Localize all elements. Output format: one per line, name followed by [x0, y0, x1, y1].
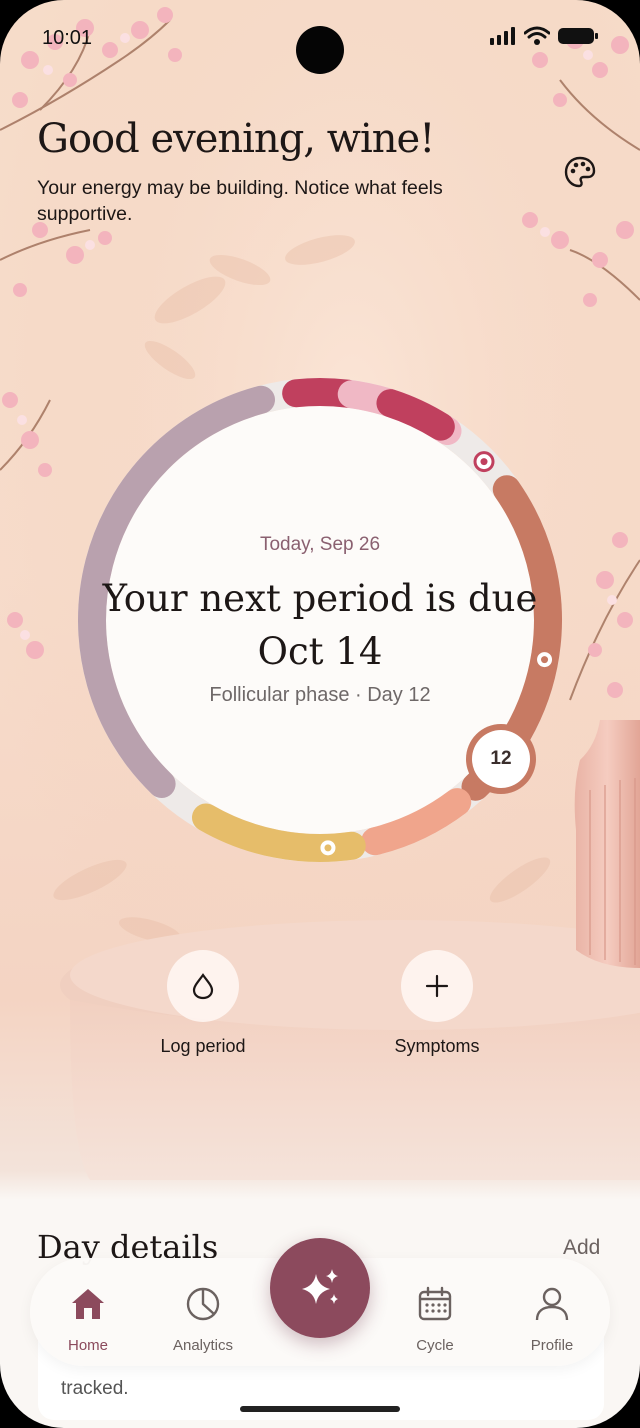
- home-indicator: [240, 1406, 400, 1412]
- ring-marker-follicular-dot: [541, 656, 549, 664]
- cycle-ring[interactable]: [0, 0, 640, 900]
- phone-screen: 10:01 Good evening, wine! Your energy ma…: [0, 0, 640, 1428]
- ring-marker-ovulation-window-dot: [480, 458, 488, 466]
- symptoms-action[interactable]: Symptoms: [362, 950, 512, 1057]
- pie-chart-icon: [186, 1287, 220, 1321]
- add-link[interactable]: Add: [563, 1236, 600, 1260]
- sparkles-icon: [302, 1269, 338, 1304]
- nav-cycle[interactable]: Cycle: [380, 1284, 490, 1354]
- plus-icon: [425, 974, 449, 998]
- nav-home[interactable]: Home: [33, 1284, 143, 1354]
- drop-icon: [192, 973, 214, 1000]
- next-period-headline: Your next period is due Oct 14: [102, 577, 538, 673]
- ring-marker-fertile-dot: [324, 844, 332, 852]
- nav-profile-label: Profile: [530, 1337, 574, 1354]
- log-period-button[interactable]: [167, 950, 239, 1022]
- home-icon: [72, 1289, 104, 1319]
- nav-profile[interactable]: Profile: [497, 1284, 607, 1354]
- day-details-card-text: tracked.: [61, 1378, 129, 1399]
- current-day-number: 12: [472, 730, 530, 788]
- current-day-marker[interactable]: 12: [466, 724, 536, 794]
- profile-icon: [535, 1287, 569, 1321]
- symptoms-label: Symptoms: [394, 1036, 480, 1056]
- nav-home-label: Home: [67, 1337, 108, 1354]
- nav-analytics-label: Analytics: [172, 1337, 234, 1354]
- nav-analytics[interactable]: Analytics: [148, 1284, 258, 1354]
- calendar-icon: [418, 1286, 452, 1321]
- phase-label: Follicular phase · Day 12: [209, 684, 431, 706]
- ai-assistant-button[interactable]: [270, 1238, 370, 1338]
- nav-cycle-label: Cycle: [416, 1337, 454, 1354]
- log-period-label: Log period: [160, 1036, 246, 1056]
- today-date: Today, Sep 26: [259, 534, 381, 555]
- log-period-action[interactable]: Log period: [128, 950, 278, 1057]
- symptoms-button[interactable]: [401, 950, 473, 1022]
